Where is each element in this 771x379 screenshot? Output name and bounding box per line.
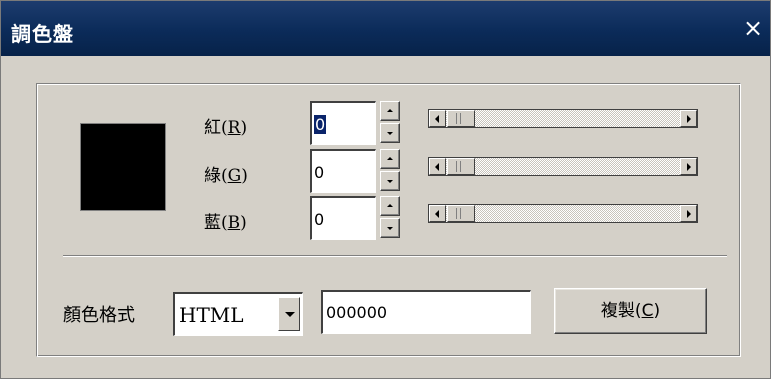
blue-value-input[interactable]: 0 [310,196,376,240]
color-format-select[interactable]: HTML [173,292,303,336]
blue-spin-down-button[interactable] [380,218,400,238]
red-value-input[interactable]: 0 [310,101,376,145]
blue-label-text: 藍 [204,213,221,233]
red-value-text: 0 [314,115,327,134]
arrow-up-icon [387,157,393,160]
separator-line [63,255,727,257]
blue-spinner [380,195,400,239]
blue-slider[interactable] [428,204,698,223]
green-value-text: 0 [314,163,325,182]
green-label-text: 綠 [204,166,221,186]
red-slider-right-button[interactable] [680,110,697,127]
red-slider-left-button[interactable] [429,110,446,127]
green-slider-right-button[interactable] [680,158,697,175]
green-mnemonic: G [227,166,242,186]
color-palette-dialog: 調色盤 × 紅(R) 0 綠(G) 0 藍(B) 0 顏色格式 HTML 000… [0,0,771,379]
blue-slider-right-button[interactable] [680,205,697,222]
color-format-dropdown-button[interactable] [278,297,300,331]
close-icon[interactable]: × [742,15,764,41]
arrow-down-icon [387,227,393,230]
color-format-value: HTML [179,303,244,327]
arrow-down-icon [387,132,393,135]
color-code-input[interactable]: 000000 [321,290,531,334]
window-title: 調色盤 [11,22,74,46]
blue-slider-thumb[interactable] [447,205,475,222]
arrow-right-icon [687,210,691,218]
blue-mnemonic: B [227,213,241,233]
arrow-up-icon [387,109,393,112]
copy-button[interactable]: 複製(C) [554,288,707,334]
arrow-down-icon [387,180,393,183]
green-label: 綠(G) [204,166,248,186]
blue-spin-up-button[interactable] [380,196,400,216]
red-mnemonic: R [227,118,241,138]
green-slider[interactable] [428,157,698,176]
red-spinner [380,100,400,144]
color-preview-swatch [80,123,166,211]
green-spinner [380,148,400,192]
red-label: 紅(R) [204,118,248,138]
green-spin-up-button[interactable] [380,149,400,169]
blue-value-text: 0 [314,210,325,229]
blue-slider-left-button[interactable] [429,205,446,222]
arrow-left-icon [435,163,439,171]
color-format-label: 顏色格式 [63,305,135,326]
chevron-down-icon [285,312,295,317]
title-bar[interactable]: 調色盤 × [1,1,770,56]
copy-button-mnemonic: C [641,301,654,321]
green-slider-thumb[interactable] [447,158,475,175]
red-slider-thumb[interactable] [447,110,475,127]
red-label-text: 紅 [204,118,221,138]
red-slider[interactable] [428,109,698,128]
copy-button-label: 複製 [600,301,635,321]
green-value-input[interactable]: 0 [310,149,376,193]
blue-label: 藍(B) [204,213,247,233]
arrow-left-icon [435,210,439,218]
arrow-left-icon [435,115,439,123]
green-spin-down-button[interactable] [380,171,400,191]
green-slider-left-button[interactable] [429,158,446,175]
arrow-right-icon [687,115,691,123]
arrow-up-icon [387,204,393,207]
arrow-right-icon [687,163,691,171]
red-spin-down-button[interactable] [380,123,400,143]
red-spin-up-button[interactable] [380,101,400,121]
